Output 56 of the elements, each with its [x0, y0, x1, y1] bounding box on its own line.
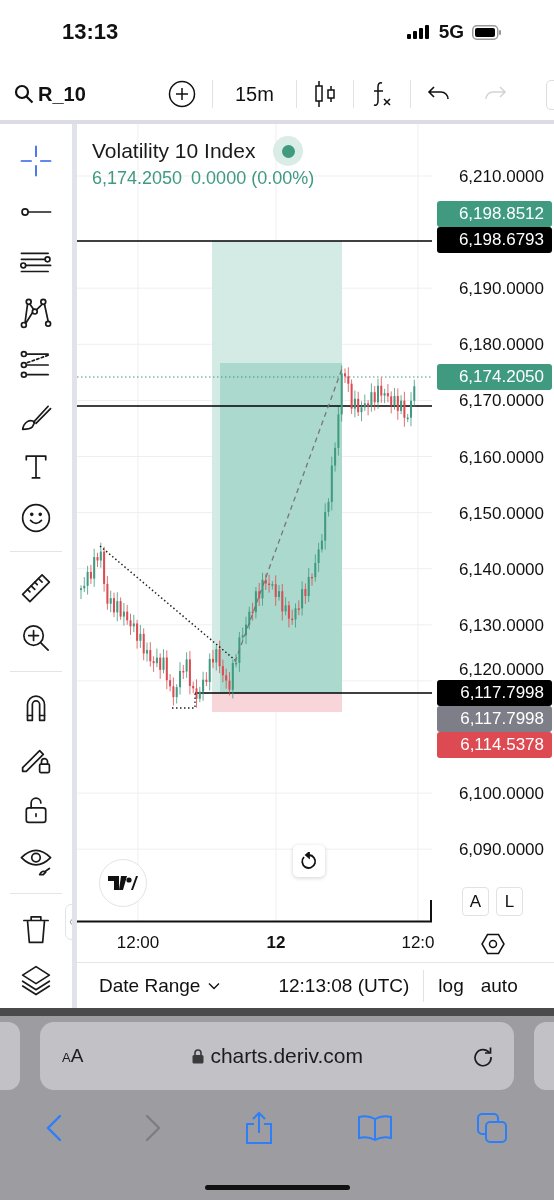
price-tick: 6,100.0000 — [458, 784, 544, 805]
log-scale-toggle[interactable]: log — [438, 974, 464, 997]
trend-line[interactable] — [99, 545, 236, 661]
crosshair-tool-icon[interactable] — [19, 143, 53, 178]
price-change: 0.0000 (0.00%) — [191, 168, 315, 189]
reload-icon[interactable] — [472, 1045, 494, 1067]
auto-scale-toggle[interactable]: auto — [480, 974, 518, 997]
price-tick: 6,090.0000 — [458, 840, 544, 861]
lock-icon — [192, 1048, 205, 1064]
last-price: 6,174.2050 — [92, 168, 183, 189]
settings-icon[interactable] — [481, 932, 505, 955]
time-label: 12 — [266, 933, 286, 953]
price-tick: 6,170.0000 — [458, 391, 544, 412]
price-tick: 6,130.0000 — [458, 615, 544, 636]
price-badge: 6,198.6793 — [437, 226, 552, 253]
url-text: charts.deriv.com — [210, 1044, 363, 1068]
price-tick: 6,140.0000 — [458, 559, 544, 580]
date-range-dropdown[interactable]: Date Range — [99, 974, 221, 997]
search-icon — [14, 84, 34, 104]
price-badge: 6,198.8512 — [437, 200, 552, 227]
price-badge: 6,174.2050 — [437, 363, 552, 390]
battery-icon — [472, 24, 502, 40]
chart-title: Volatility 10 Index — [92, 139, 256, 163]
text-size-button[interactable]: AA — [62, 1045, 84, 1067]
interval-button[interactable]: 15m — [213, 82, 296, 106]
rotate-icon — [300, 852, 318, 870]
signal-icon — [406, 25, 431, 39]
candlestick-icon[interactable] — [312, 80, 337, 108]
add-icon[interactable] — [168, 80, 196, 108]
time-label: 12:00 — [116, 933, 160, 953]
position-tool-drawing[interactable] — [212, 241, 342, 712]
symbol-search[interactable]: R_10 — [14, 82, 152, 106]
market-status-icon — [273, 136, 304, 166]
reset-button[interactable] — [293, 845, 325, 877]
price-tick: 6,150.0000 — [458, 503, 544, 524]
caret-icon — [208, 981, 221, 990]
price-badge: 6,114.5378 — [437, 732, 552, 759]
price-tick: 6,210.0000 — [458, 167, 544, 187]
time-label: 12:0 — [401, 933, 435, 953]
scale-mode-button[interactable]: L — [496, 887, 523, 916]
price-tick: 6,160.0000 — [458, 447, 544, 468]
price-tick: 6,190.0000 — [458, 279, 544, 300]
price-tick: 6,180.0000 — [458, 335, 544, 356]
price-badge: 6,117.7998 — [437, 680, 552, 707]
price-tick: 6,120.0000 — [458, 660, 544, 681]
logo-icon[interactable] — [99, 859, 147, 907]
status-time: 13:13 — [62, 19, 119, 45]
symbol-label: R_10 — [38, 82, 86, 106]
network-label: 5G — [438, 21, 464, 43]
range-line[interactable] — [171, 692, 196, 709]
utc-clock: 12:13:08 (UTC) — [278, 974, 410, 997]
address-bar[interactable]: AA charts.deriv.com — [40, 1022, 514, 1090]
scale-mode-button[interactable]: A — [462, 887, 489, 916]
pattern-tool-icon[interactable] — [19, 296, 53, 331]
horizontal-line[interactable] — [77, 405, 432, 407]
price-badge: 6,117.7998 — [437, 706, 552, 733]
